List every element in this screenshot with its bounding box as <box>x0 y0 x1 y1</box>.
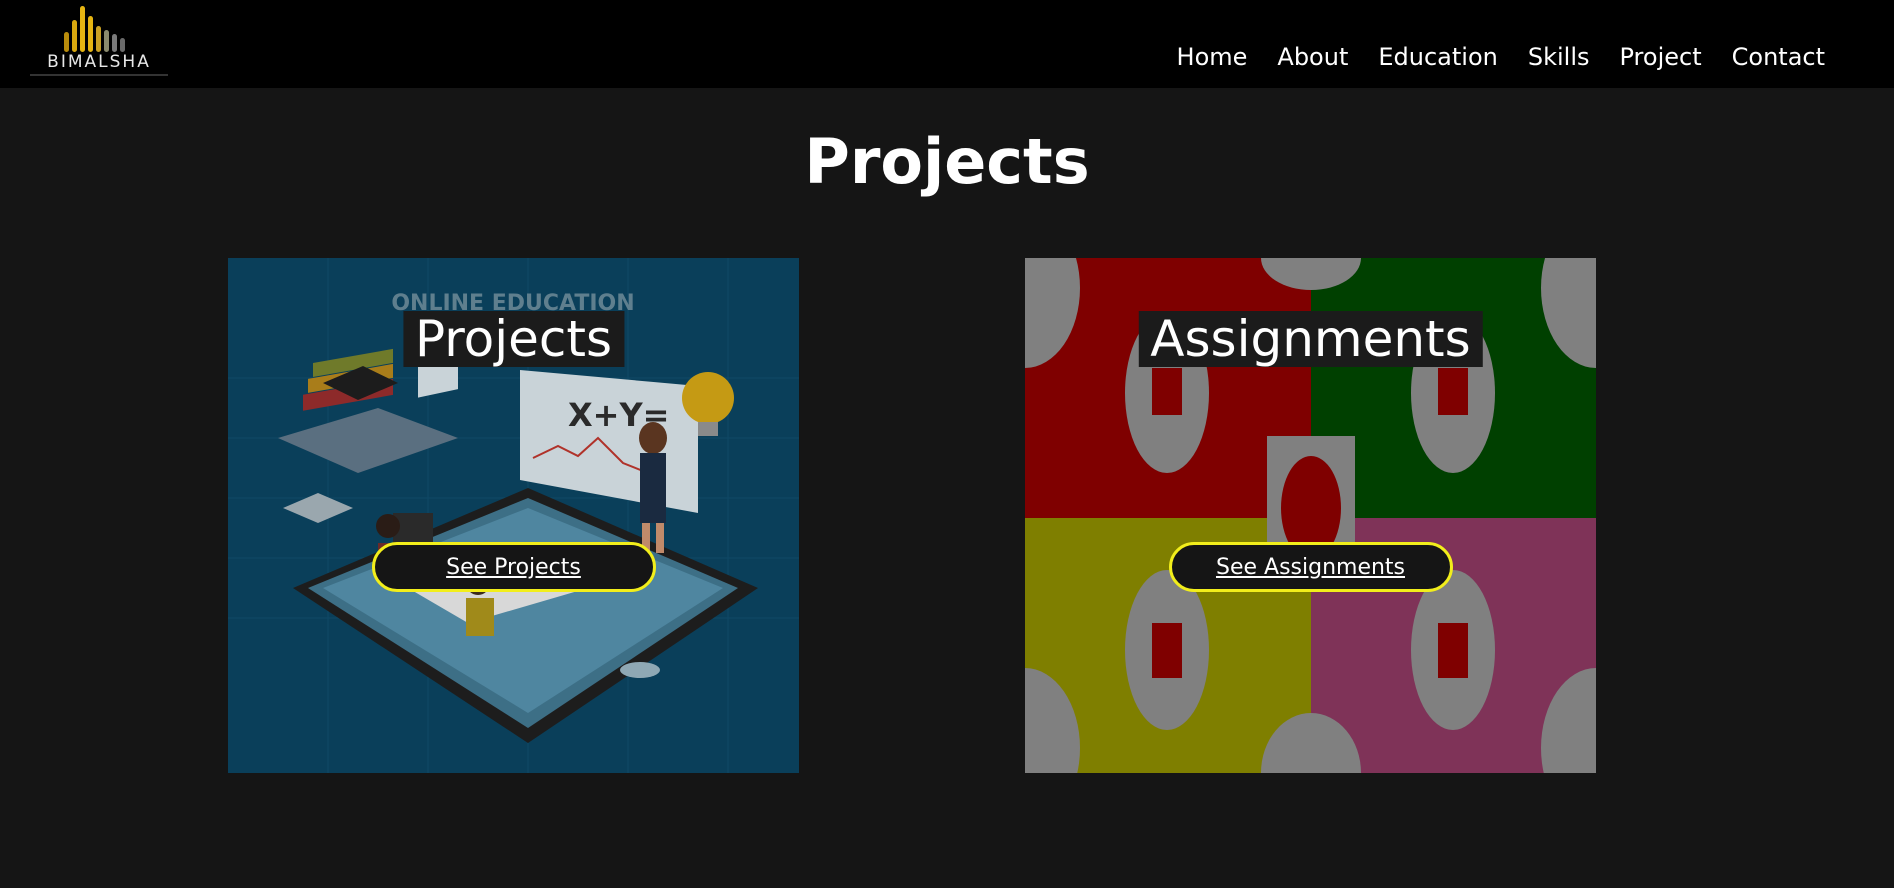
main-nav: Home About Education Skills Project Cont… <box>1177 42 1825 72</box>
assignments-card-heading: Assignments <box>1138 311 1483 367</box>
projects-card-heading: Projects <box>402 311 625 367</box>
nav-skills[interactable]: Skills <box>1528 42 1590 72</box>
nav-about[interactable]: About <box>1277 42 1348 72</box>
see-assignments-button[interactable]: See Assignments <box>1168 542 1453 592</box>
see-projects-button[interactable]: See Projects <box>371 542 656 592</box>
nav-education[interactable]: Education <box>1378 42 1497 72</box>
site-logo[interactable]: BIMALSHA <box>28 6 170 80</box>
top-navbar: BIMALSHA Home About Education Skills Pro… <box>0 0 1894 88</box>
assignments-card: Assignments See Assignments <box>1025 258 1596 773</box>
nav-home[interactable]: Home <box>1177 42 1248 72</box>
logo-tagline-line <box>30 74 168 76</box>
nav-project[interactable]: Project <box>1620 42 1702 72</box>
projects-card: ONLINE EDUCATION X+Y= Projects See Proje… <box>228 258 799 773</box>
nav-contact[interactable]: Contact <box>1732 42 1825 72</box>
brand-name: BIMALSHA <box>47 52 151 72</box>
section-title: Projects <box>804 125 1090 198</box>
sound-bars-icon <box>64 6 134 52</box>
